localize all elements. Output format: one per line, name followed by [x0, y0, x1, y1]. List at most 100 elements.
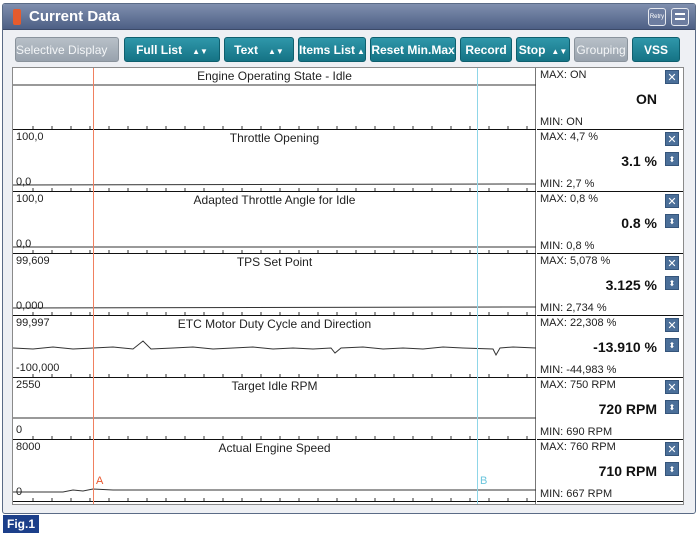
close-icon[interactable]: ✕	[665, 380, 679, 394]
close-icon[interactable]: ✕	[665, 70, 679, 84]
retry-icon[interactable]: Retry	[648, 8, 666, 26]
current-value: 720 RPM	[598, 401, 657, 417]
sort-arrows-icon[interactable]: ⬍	[665, 462, 679, 476]
items-list-label: Items List	[299, 43, 356, 57]
max-value: MAX: 4,7 %	[540, 131, 599, 143]
graph-title: Engine Operating State - Idle	[197, 69, 352, 83]
graph-title: Throttle Opening	[229, 131, 320, 145]
current-value: 710 RPM	[598, 463, 657, 479]
y-min-label: 0	[16, 486, 23, 498]
max-value: MAX: 760 RPM	[540, 441, 616, 453]
up-down-arrow-icon: ▲▼	[117, 47, 118, 56]
close-icon[interactable]: ✕	[665, 318, 679, 332]
min-value: MIN: 2,7 %	[540, 178, 595, 190]
up-down-arrow-icon: ▲▼	[357, 47, 365, 56]
graph-etc-motor-duty-cycle: ETC Motor Duty Cycle and Direction 99,99…	[13, 316, 536, 378]
y-min-label: 0,0	[16, 238, 32, 250]
max-value: MAX: 0,8 %	[540, 193, 599, 205]
close-icon[interactable]: ✕	[665, 132, 679, 146]
graph-panel: Engine Operating State - Idle Throttle O…	[12, 67, 684, 505]
max-value: MAX: 750 RPM	[540, 379, 616, 391]
current-value: -13.910 %	[593, 339, 657, 355]
y-min-label: -100,000	[16, 362, 60, 374]
reset-min-max-button[interactable]: Reset Min.Max	[370, 37, 456, 62]
selective-display-label: Selective Display	[16, 43, 108, 57]
value-row-throttle-opening: MAX: 4,7 % 3.1 % MIN: 2,7 % ✕ ⬍	[537, 130, 683, 192]
full-list-dropdown[interactable]: Full List ▲▼	[124, 37, 220, 62]
graph-target-idle-rpm: Target Idle RPM 2550 0	[13, 378, 536, 440]
current-value: 0.8 %	[621, 215, 657, 231]
full-list-label: Full List	[136, 43, 183, 57]
sort-arrows-icon[interactable]: ⬍	[665, 400, 679, 414]
value-row-actual-engine-speed: MAX: 760 RPM 710 RPM MIN: 667 RPM ✕ ⬍	[537, 440, 683, 502]
max-value: MAX: ON	[540, 69, 587, 81]
close-icon[interactable]: ✕	[665, 256, 679, 270]
graph-throttle-opening: Throttle Opening 100,0 0,0	[13, 130, 536, 192]
y-max-label: 99,997	[16, 317, 50, 329]
y-min-label: 0,0	[16, 176, 32, 188]
value-row-engine-operating-state: MAX: ON ON MIN: ON ✕	[537, 68, 683, 130]
graph-title: Actual Engine Speed	[218, 441, 331, 455]
max-value: MAX: 22,308 %	[540, 317, 617, 329]
cursor-a-line[interactable]	[93, 68, 94, 504]
value-row-etc-motor-duty-cycle: MAX: 22,308 % -13.910 % MIN: -44,983 % ✕…	[537, 316, 683, 378]
y-max-label: 100,0	[16, 193, 44, 205]
y-max-label: 99,609	[16, 255, 50, 267]
text-dropdown[interactable]: Text ▲▼	[224, 37, 294, 62]
window-title: Current Data	[29, 8, 120, 25]
min-value: MIN: 2,734 %	[540, 302, 607, 314]
text-label: Text	[234, 43, 258, 57]
current-value: 3.1 %	[621, 153, 657, 169]
y-max-label: 2550	[16, 379, 41, 391]
title-bar: Current Data Retry	[3, 4, 695, 30]
graph-title: Target Idle RPM	[231, 379, 318, 393]
stop-dropdown[interactable]: Stop ▲▼	[516, 37, 570, 62]
sort-arrows-icon[interactable]: ⬍	[665, 276, 679, 290]
min-value: MIN: -44,983 %	[540, 364, 617, 376]
current-value: 3.125 %	[605, 277, 657, 293]
close-icon[interactable]: ✕	[665, 442, 679, 456]
graph-actual-engine-speed: Actual Engine Speed 8000 0	[13, 440, 536, 502]
selective-display-dropdown[interactable]: Selective Display ▲▼	[15, 37, 119, 62]
close-icon[interactable]: ✕	[665, 194, 679, 208]
cursor-b-label: B	[480, 475, 488, 487]
value-row-tps-set-point: MAX: 5,078 % 3.125 % MIN: 2,734 % ✕ ⬍	[537, 254, 683, 316]
value-panel: MAX: ON ON MIN: ON ✕ MAX: 4,7 % 3.1 % MI…	[537, 68, 683, 504]
graph-title: ETC Motor Duty Cycle and Direction	[177, 317, 372, 331]
items-list-dropdown[interactable]: Items List▲▼	[298, 37, 366, 62]
min-value: MIN: 0,8 %	[540, 240, 595, 252]
orange-bar-icon	[13, 9, 21, 25]
graph-title: Adapted Throttle Angle for Idle	[193, 193, 356, 207]
plot-area: Engine Operating State - Idle Throttle O…	[13, 68, 536, 504]
min-value: MIN: 690 RPM	[540, 426, 613, 438]
y-min-label: 0,000	[16, 300, 44, 312]
max-value: MAX: 5,078 %	[540, 255, 611, 267]
cursor-b-line[interactable]	[477, 68, 478, 504]
y-max-label: 8000	[16, 441, 41, 453]
up-down-arrow-icon: ▲▼	[192, 47, 208, 56]
graph-adapted-throttle-angle: Adapted Throttle Angle for Idle 100,0 0,…	[13, 192, 536, 254]
y-max-label: 100,0	[16, 131, 44, 143]
record-button[interactable]: Record	[460, 37, 512, 62]
cursor-a-label: A	[96, 475, 104, 487]
figure-label: Fig.1	[3, 515, 39, 533]
sort-arrows-icon[interactable]: ⬍	[665, 152, 679, 166]
graph-tps-set-point: TPS Set Point 99,609 0,000	[13, 254, 536, 316]
graph-title: TPS Set Point	[236, 255, 313, 269]
graph-engine-operating-state: Engine Operating State - Idle	[13, 68, 536, 130]
vss-button[interactable]: VSS	[632, 37, 680, 62]
min-value: MIN: 667 RPM	[540, 488, 613, 500]
sort-arrows-icon[interactable]: ⬍	[665, 338, 679, 352]
up-down-arrow-icon: ▲▼	[551, 47, 568, 56]
grouping-button[interactable]: Grouping	[574, 37, 628, 62]
y-min-label: 0	[16, 424, 23, 436]
value-row-adapted-throttle-angle: MAX: 0,8 % 0.8 % MIN: 0,8 % ✕ ⬍	[537, 192, 683, 254]
toolbar: Selective Display ▲▼ Full List ▲▼ Text ▲▼ I…	[3, 37, 695, 63]
min-value: MIN: ON	[540, 116, 583, 128]
value-row-target-idle-rpm: MAX: 750 RPM 720 RPM MIN: 690 RPM ✕ ⬍	[537, 378, 683, 440]
up-down-arrow-icon: ▲▼	[267, 47, 284, 56]
current-value: ON	[636, 91, 657, 107]
sort-arrows-icon[interactable]: ⬍	[665, 214, 679, 228]
menu-icon[interactable]	[671, 8, 689, 26]
stop-label: Stop	[518, 43, 546, 57]
